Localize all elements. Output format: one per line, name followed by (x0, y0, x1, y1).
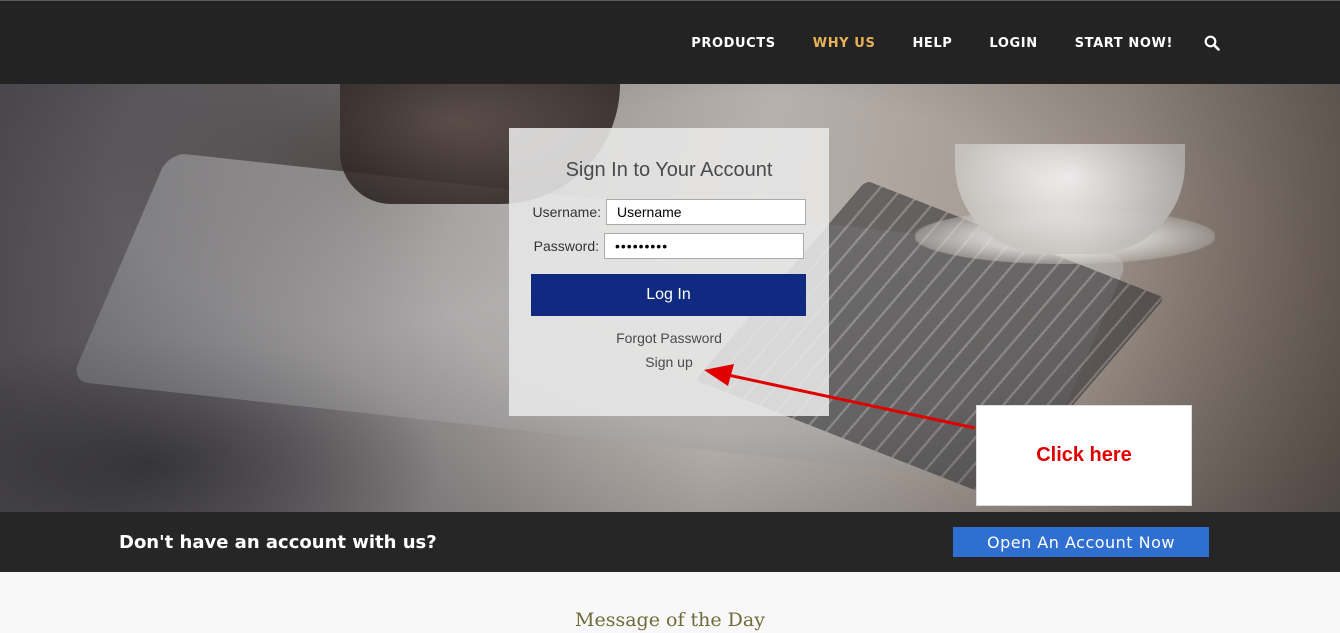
nav-item-login[interactable]: LOGIN (989, 36, 1037, 51)
nav-menu: PRODUCTS WHY US HELP LOGIN START NOW! (654, 1, 1220, 85)
username-label: Username: (532, 204, 601, 220)
nav-item-help[interactable]: HELP (912, 36, 952, 51)
annotation-arrow (704, 364, 976, 430)
account-cta-text: Don't have an account with us? (119, 532, 437, 553)
open-account-button[interactable]: Open An Account Now (953, 527, 1209, 557)
motd-heading: Message of the Day (575, 609, 765, 631)
password-input[interactable] (604, 233, 804, 259)
forgot-password-link[interactable]: Forgot Password (509, 330, 829, 346)
nav-item-products[interactable]: PRODUCTS (691, 36, 776, 51)
username-input[interactable] (606, 199, 806, 225)
top-navigation: PRODUCTS WHY US HELP LOGIN START NOW! (0, 0, 1340, 84)
login-button[interactable]: Log In (531, 274, 806, 316)
account-cta-band: Don't have an account with us? Open An A… (0, 512, 1340, 572)
nav-item-start-now[interactable]: START NOW! (1075, 36, 1173, 51)
annotation-callout: Click here (976, 405, 1192, 506)
search-icon[interactable] (1204, 35, 1220, 51)
callout-text: Click here (1036, 444, 1132, 466)
signin-title: Sign In to Your Account (565, 159, 773, 181)
password-label: Password: (533, 238, 599, 254)
nav-item-why-us[interactable]: WHY US (813, 36, 876, 51)
